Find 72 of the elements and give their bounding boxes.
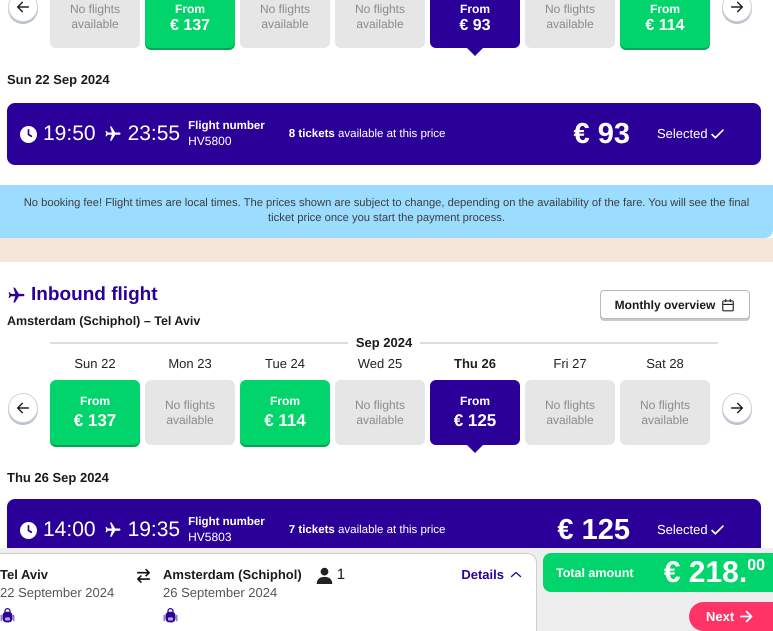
total-price: € 218.$^{00}$ (664, 556, 765, 590)
calendar-icon (721, 298, 736, 312)
next-dates-button[interactable] (722, 393, 752, 423)
airplane-icon (7, 286, 26, 304)
backpack-icon (163, 608, 178, 623)
departure-time: 14:00 (43, 517, 96, 543)
airplane-icon (104, 125, 122, 143)
fare-card[interactable]: From € 114 (240, 380, 330, 445)
month-label: Sep 2024 (356, 335, 412, 351)
day-label: Wed 25 (358, 356, 402, 372)
arrow-right-icon (729, 0, 745, 15)
day-label: Sun 22 (74, 356, 116, 372)
fare-card[interactable]: From € 125 (430, 380, 520, 445)
monthly-overview-button[interactable]: Monthly overview (600, 290, 750, 319)
route-text: Amsterdam (Schiphol) – Tel Aviv (7, 313, 200, 329)
availability-text: 7 tickets available at this price (288, 522, 446, 538)
arrow-left-icon (15, 0, 31, 15)
previous-dates-button[interactable] (8, 0, 38, 22)
no-flights-card: No flights available (525, 0, 615, 48)
fare-card[interactable]: From € 93 (430, 0, 520, 48)
selection-status: Selected (657, 126, 708, 142)
day-label: Thu 26 (454, 356, 496, 372)
arrow-right-icon (739, 609, 754, 624)
arrow-right-icon (729, 400, 745, 416)
no-flights-card: No flights available (525, 380, 615, 445)
backpack-icon (0, 608, 15, 623)
person-icon (316, 566, 333, 584)
fare-card[interactable]: From € 137 (50, 380, 140, 445)
next-dates-button[interactable] (722, 0, 752, 22)
swap-arrows-icon (135, 567, 152, 584)
selection-status: Selected (657, 522, 708, 538)
clock-icon (20, 126, 37, 142)
previous-dates-button[interactable] (8, 393, 38, 423)
date-heading: Thu 26 Sep 2024 (7, 470, 109, 486)
next-button[interactable]: Next (689, 602, 773, 631)
date-heading: Sun 22 Sep 2024 (7, 72, 110, 88)
destination-date: 26 September 2024 (163, 584, 278, 602)
flight-number-label: Flight number (188, 119, 265, 134)
clock-icon (20, 522, 37, 538)
passenger-count: 1 (336, 566, 346, 584)
arrow-left-icon (15, 400, 31, 416)
availability-text: 8 tickets available at this price (288, 126, 446, 142)
no-flights-card: No flights available (50, 0, 140, 48)
flight-number-label: Flight number (188, 515, 265, 530)
no-flights-card: No flights available (335, 380, 425, 445)
day-label: Mon 23 (168, 356, 212, 372)
selection-pointer-icon (466, 47, 484, 56)
destination-city: Amsterdam (Schiphol) (163, 566, 302, 584)
origin-date: 22 September 2024 (0, 584, 116, 602)
fare-card[interactable]: From € 114 (620, 0, 710, 48)
fare-card[interactable]: From € 137 (145, 0, 235, 48)
origin-city: Tel Aviv (0, 566, 49, 584)
departure-time: 19:50 (43, 121, 96, 147)
arrival-time: 23:55 (128, 121, 180, 147)
fare-price: € 93 (574, 117, 630, 151)
total-label: Total amount (556, 566, 634, 580)
details-button[interactable]: Details (461, 566, 522, 584)
day-label: Sat 28 (646, 356, 684, 372)
airplane-icon (104, 521, 122, 539)
section-title: Inbound flight (31, 284, 158, 306)
day-label: Fri 27 (553, 356, 587, 372)
notice-banner: No booking fee! Flight times are local times. The prices shown are subject to change, depending on the availability of the fare. You will see the final ticket price once you start the payment process. (0, 185, 773, 238)
selection-pointer-icon (466, 444, 484, 453)
day-label: Tue 24 (265, 356, 305, 372)
arrival-time: 19:35 (128, 517, 180, 543)
flight-number: HV5800 (188, 134, 232, 149)
no-flights-card: No flights available (240, 0, 330, 48)
no-flights-card: No flights available (620, 380, 710, 445)
flight-number: HV5803 (188, 530, 232, 545)
no-flights-card: No flights available (335, 0, 425, 48)
no-flights-card: No flights available (145, 380, 235, 445)
fare-price: € 125 (557, 513, 630, 547)
